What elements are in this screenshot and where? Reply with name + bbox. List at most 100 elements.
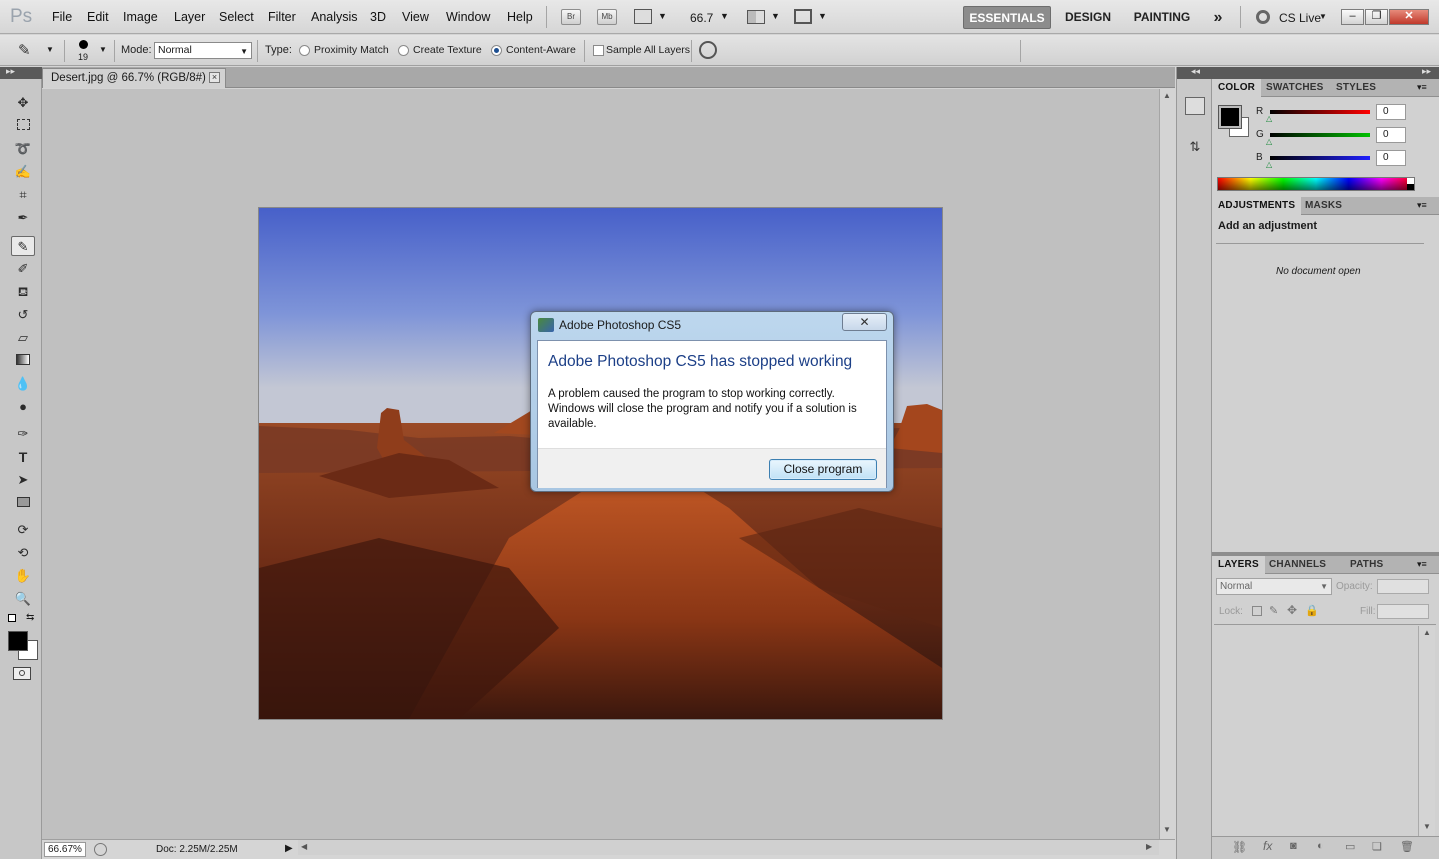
close-icon[interactable]: × <box>209 72 220 83</box>
channel-b-slider[interactable] <box>1270 156 1370 160</box>
channel-r-slider[interactable] <box>1270 110 1370 114</box>
3d-rotate-tool-icon[interactable]: ⟳ <box>11 520 35 540</box>
lasso-tool-icon[interactable]: ➰ <box>11 139 35 159</box>
opacity-input[interactable] <box>1377 579 1429 594</box>
content-aware-label[interactable]: Content-Aware <box>506 44 576 56</box>
healing-brush-icon[interactable]: ✎ <box>18 41 40 59</box>
minimize-button[interactable]: – <box>1341 9 1364 25</box>
screen-mode-icon[interactable] <box>794 9 812 24</box>
pen-tool-icon[interactable]: ✑ <box>11 424 35 444</box>
menu-analysis[interactable]: Analysis <box>311 10 358 24</box>
quick-mask-icon[interactable] <box>13 667 31 680</box>
chevron-down-icon[interactable]: ▼ <box>771 11 780 21</box>
menu-3d[interactable]: 3D <box>370 10 386 24</box>
slider-handle-icon[interactable]: △ <box>1266 114 1272 123</box>
3d-orbit-tool-icon[interactable]: ⟲ <box>11 543 35 563</box>
document-tab[interactable]: Desert.jpg @ 66.7% (RGB/8#) <box>42 68 226 88</box>
tab-styles[interactable]: STYLES <box>1330 79 1382 97</box>
proximity-match-label[interactable]: Proximity Match <box>314 44 389 56</box>
menu-image[interactable]: Image <box>123 10 158 24</box>
layer-style-icon[interactable]: fx <box>1263 839 1272 853</box>
gradient-tool-icon[interactable] <box>11 351 35 371</box>
tab-swatches[interactable]: SWATCHES <box>1260 79 1330 97</box>
dock-header[interactable]: ◂◂ <box>1177 66 1212 79</box>
workspace-more-button[interactable]: » <box>1206 6 1230 29</box>
delete-layer-icon[interactable]: 🗑 <box>1400 840 1414 853</box>
panel-fg-swatch[interactable] <box>1218 105 1242 129</box>
eraser-tool-icon[interactable]: ▱ <box>11 328 35 348</box>
crop-tool-icon[interactable]: ⌗ <box>11 185 35 205</box>
scroll-right-icon[interactable]: ▶ <box>1146 842 1152 851</box>
tab-masks[interactable]: MASKS <box>1299 197 1348 215</box>
new-group-icon[interactable]: ▭ <box>1345 840 1355 853</box>
scroll-left-icon[interactable]: ◀ <box>301 842 307 851</box>
proximity-match-radio[interactable] <box>299 45 310 56</box>
foreground-color-swatch[interactable] <box>8 631 28 651</box>
tab-channels[interactable]: CHANNELS <box>1263 556 1332 574</box>
scroll-down-icon[interactable]: ▼ <box>1163 825 1171 834</box>
horizontal-scrollbar[interactable]: ◀ ▶ <box>298 840 1159 855</box>
history-panel-icon[interactable]: ⇅ <box>1185 139 1205 157</box>
blur-tool-icon[interactable]: 💧 <box>11 374 35 394</box>
dialog-close-button[interactable]: ✕ <box>842 313 887 331</box>
sample-all-layers-label[interactable]: Sample All Layers <box>606 44 690 56</box>
menu-file[interactable]: File <box>52 10 72 24</box>
panel-menu-icon[interactable]: ▾≡ <box>1417 200 1427 211</box>
spot-healing-brush-tool-icon[interactable]: ✎ <box>11 236 35 256</box>
panel-menu-icon[interactable]: ▾≡ <box>1417 82 1427 93</box>
content-aware-radio[interactable] <box>491 45 502 56</box>
tab-adjustments[interactable]: ADJUSTMENTS <box>1212 197 1302 215</box>
blend-mode-select[interactable]: Normal ▼ <box>1216 578 1332 595</box>
quick-selection-tool-icon[interactable]: ✍ <box>11 162 35 182</box>
zoom-status[interactable]: 66.67% <box>44 842 86 857</box>
scroll-up-icon[interactable]: ▲ <box>1163 91 1171 100</box>
type-tool-icon[interactable]: T <box>11 447 35 467</box>
pressure-size-icon[interactable] <box>699 41 717 59</box>
close-window-button[interactable]: ✕ <box>1389 9 1429 25</box>
channel-g-value[interactable]: 0 <box>1376 127 1406 143</box>
lock-pixels-icon[interactable]: ✎ <box>1269 604 1278 617</box>
rectangle-tool-icon[interactable] <box>11 493 35 513</box>
tools-panel-header[interactable]: ▸▸ <box>0 66 42 79</box>
adjustment-layer-icon[interactable]: ◐ <box>1317 840 1324 852</box>
chevron-down-icon[interactable]: ▼ <box>720 11 729 21</box>
lock-transparent-icon[interactable] <box>1252 606 1262 616</box>
dodge-tool-icon[interactable]: ● <box>11 397 35 417</box>
view-extras-icon[interactable] <box>634 9 652 24</box>
panel-menu-icon[interactable]: ▾≡ <box>1417 559 1427 570</box>
marquee-tool-icon[interactable] <box>11 116 35 136</box>
channel-g-slider[interactable] <box>1270 133 1370 137</box>
swap-colors-icon[interactable]: ⇆ <box>26 612 34 623</box>
chevron-down-icon[interactable]: ▼ <box>818 11 827 21</box>
scroll-down-icon[interactable]: ▼ <box>1423 822 1431 831</box>
color-ramp[interactable] <box>1217 177 1415 191</box>
history-brush-tool-icon[interactable]: ↺ <box>11 305 35 325</box>
status-menu-icon[interactable]: ▶ <box>285 843 293 854</box>
brush-preview-icon[interactable] <box>79 40 88 49</box>
menu-help[interactable]: Help <box>507 10 533 24</box>
close-program-button[interactable]: Close program <box>769 459 877 480</box>
menu-layer[interactable]: Layer <box>174 10 205 24</box>
fill-input[interactable] <box>1377 604 1429 619</box>
brush-tool-icon[interactable]: ✐ <box>11 259 35 279</box>
workspace-essentials[interactable]: ESSENTIALS <box>963 6 1051 29</box>
status-icon[interactable] <box>94 843 107 856</box>
default-colors-icon[interactable] <box>8 614 16 622</box>
chevron-down-icon[interactable]: ▼ <box>99 45 107 54</box>
lock-position-icon[interactable]: ✥ <box>1287 603 1297 617</box>
panels-header[interactable]: ▸▸ <box>1212 66 1439 79</box>
chevron-down-icon[interactable]: ▼ <box>46 45 54 54</box>
add-mask-icon[interactable]: ◙ <box>1290 840 1297 852</box>
menu-window[interactable]: Window <box>446 10 490 24</box>
tab-layers[interactable]: LAYERS <box>1212 556 1265 574</box>
arrange-documents-icon[interactable] <box>747 10 765 24</box>
chevron-down-icon[interactable]: ▼ <box>658 11 667 21</box>
minibridge-button[interactable]: Mb <box>597 9 617 25</box>
create-texture-radio[interactable] <box>398 45 409 56</box>
tab-paths[interactable]: PATHS <box>1344 556 1389 574</box>
zoom-level[interactable]: 66.7 <box>690 11 713 25</box>
slider-handle-icon[interactable]: △ <box>1266 137 1272 146</box>
zoom-tool-icon[interactable]: 🔍 <box>11 589 35 609</box>
eyedropper-tool-icon[interactable]: ✒ <box>11 208 35 228</box>
menu-filter[interactable]: Filter <box>268 10 296 24</box>
